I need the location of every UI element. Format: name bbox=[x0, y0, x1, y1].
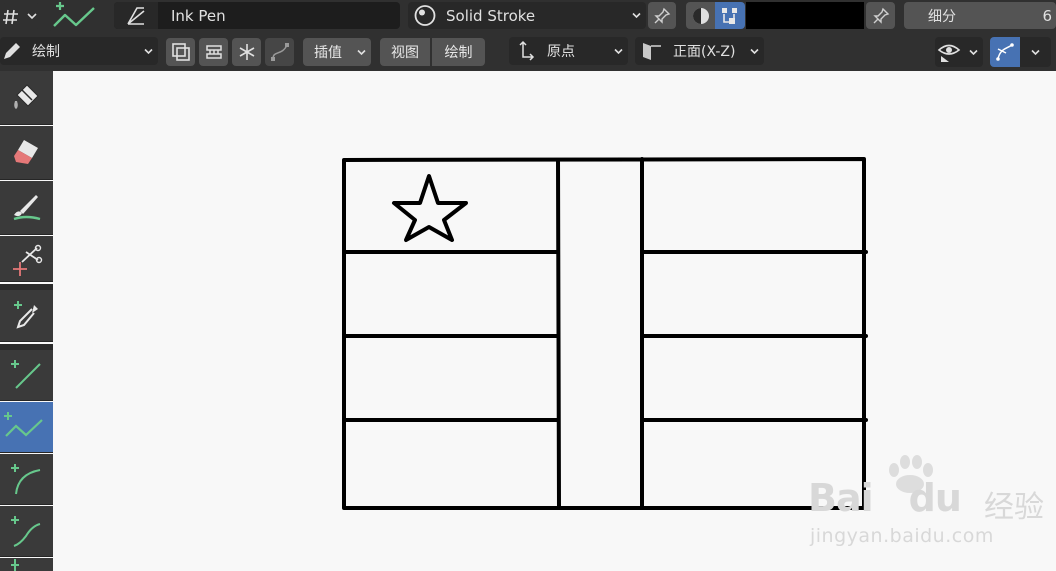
subdivide-field[interactable]: 细分 6 bbox=[904, 2, 1056, 29]
tool-settings-bar: 绘制 插值 视图 绘制 原点 正面(X-Z) bbox=[0, 31, 1056, 71]
tool-shelf bbox=[0, 71, 54, 571]
tool-fill[interactable] bbox=[0, 71, 53, 125]
tool-curve[interactable] bbox=[0, 506, 53, 557]
snowflake-icon bbox=[239, 44, 254, 60]
star-stroke bbox=[392, 174, 468, 242]
chevron-down-icon bbox=[357, 49, 366, 56]
draw-menu-button[interactable]: 绘制 bbox=[432, 38, 485, 66]
brush-selector[interactable]: Ink Pen bbox=[114, 2, 400, 29]
tool-tint[interactable] bbox=[0, 181, 53, 235]
tint-brush-icon bbox=[13, 194, 40, 220]
chevron-down-icon bbox=[969, 49, 978, 56]
pin-material-button[interactable] bbox=[648, 2, 676, 29]
mode-label: 绘制 bbox=[32, 44, 60, 60]
chevron-down-icon bbox=[144, 48, 153, 55]
polyline-tool-icon bbox=[53, 2, 95, 27]
arc-tool-icon bbox=[10, 464, 40, 495]
plus-icon bbox=[10, 559, 19, 571]
material-sphere-icon bbox=[414, 5, 436, 26]
watermark-brand-a: Bai bbox=[808, 476, 874, 520]
chevron-down-icon bbox=[750, 48, 759, 55]
axis-arrows-icon bbox=[519, 40, 535, 61]
guides-button[interactable] bbox=[199, 38, 228, 66]
subdivide-label: 细分 bbox=[928, 8, 956, 25]
active-tool-icon[interactable] bbox=[48, 0, 102, 31]
watermark-url: jingyan.baidu.com bbox=[810, 525, 994, 547]
view-menu-button[interactable]: 视图 bbox=[380, 38, 430, 66]
mode-dropdown[interactable]: 绘制 bbox=[0, 37, 158, 65]
outer-frame-stroke bbox=[342, 157, 866, 510]
scissors-icon bbox=[12, 244, 42, 276]
chevron-down-icon bbox=[632, 12, 641, 19]
brush-name: Ink Pen bbox=[171, 6, 226, 25]
tool-eyedropper[interactable] bbox=[0, 290, 53, 342]
tool-polyline[interactable] bbox=[0, 402, 53, 453]
curve-tool-icon bbox=[10, 516, 40, 547]
vertex-paint-toggle[interactable] bbox=[715, 2, 745, 29]
chevron-down-icon bbox=[1031, 49, 1040, 56]
freeze-button[interactable] bbox=[232, 38, 261, 66]
eyedropper-icon bbox=[13, 300, 38, 329]
stroke-mode-button[interactable] bbox=[166, 38, 195, 66]
left-divider-stroke bbox=[556, 158, 561, 510]
grid-hash-icon bbox=[3, 9, 37, 25]
curve-edit-button[interactable] bbox=[265, 38, 294, 66]
tool-erase[interactable] bbox=[0, 126, 53, 180]
vertex-color-mode-toggle[interactable] bbox=[686, 2, 715, 29]
origin-dropdown[interactable]: 原点 bbox=[509, 37, 628, 65]
interpolate-label: 插值 bbox=[314, 45, 342, 61]
watermark-brand-b: du bbox=[908, 476, 962, 520]
pin-color-button[interactable] bbox=[866, 2, 895, 29]
pen-brush-icon bbox=[127, 6, 145, 25]
tool-box[interactable] bbox=[0, 558, 53, 571]
tool-cutter[interactable] bbox=[0, 236, 53, 282]
gizmo-toggle[interactable] bbox=[990, 37, 1020, 67]
tool-line[interactable] bbox=[0, 350, 53, 401]
pin-icon bbox=[872, 7, 889, 24]
drawing-plane-dropdown[interactable]: 正面(X-Z) bbox=[635, 37, 764, 65]
polyline-tool-icon bbox=[3, 412, 43, 437]
eye-icon bbox=[937, 44, 961, 62]
pin-icon bbox=[654, 7, 671, 24]
subdivide-value: 6 bbox=[1042, 6, 1052, 25]
header-bar: Ink Pen Solid Stroke 细分 6 bbox=[0, 0, 1056, 31]
curve-handle-icon bbox=[996, 43, 1014, 61]
viewport-canvas[interactable]: Bai du 经验 jingyan.baidu.com bbox=[54, 71, 1056, 571]
paint-bucket-icon bbox=[13, 83, 39, 109]
watermark-brand: Bai du bbox=[808, 476, 962, 520]
chevron-down-icon bbox=[614, 48, 623, 55]
material-name: Solid Stroke bbox=[446, 6, 536, 25]
visibility-dropdown[interactable] bbox=[935, 37, 983, 67]
half-circle-icon bbox=[692, 7, 709, 24]
stroke-placement-menu[interactable] bbox=[2, 3, 40, 29]
eraser-icon bbox=[13, 139, 38, 164]
vertex-paint-icon bbox=[722, 7, 737, 24]
watermark: Bai du 经验 jingyan.baidu.com bbox=[808, 454, 1056, 554]
interpolate-dropdown[interactable]: 插值 bbox=[303, 38, 371, 66]
material-selector[interactable]: Solid Stroke bbox=[408, 2, 646, 29]
origin-label: 原点 bbox=[547, 44, 575, 60]
tool-arc[interactable] bbox=[0, 454, 53, 505]
pencil-icon bbox=[4, 43, 20, 59]
watermark-cn: 经验 bbox=[984, 490, 1044, 525]
bezier-curve-icon bbox=[270, 43, 289, 61]
brush-preview[interactable] bbox=[114, 2, 158, 29]
plane-label: 正面(X-Z) bbox=[673, 44, 736, 60]
ruler-icon bbox=[205, 45, 222, 59]
gizmo-dropdown[interactable] bbox=[1020, 37, 1051, 67]
color-swatch[interactable] bbox=[746, 2, 864, 29]
overlap-squares-icon bbox=[171, 43, 190, 61]
front-plane-icon bbox=[643, 43, 661, 60]
line-tool-icon bbox=[10, 360, 41, 389]
